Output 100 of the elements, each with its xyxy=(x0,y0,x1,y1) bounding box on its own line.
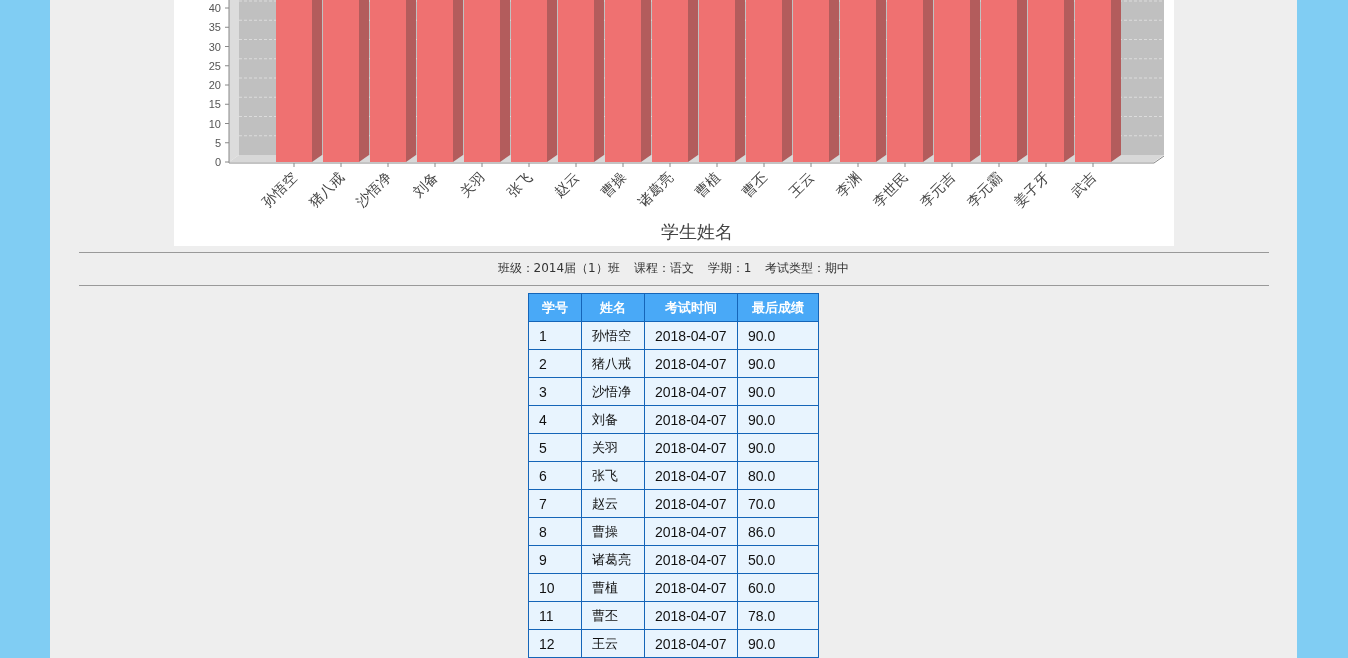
x-tick-mark xyxy=(575,162,577,168)
table-cell: 8 xyxy=(528,517,582,546)
x-tick-mark xyxy=(951,162,953,168)
y-tick-label: 35 xyxy=(208,21,221,34)
table-cell: 12 xyxy=(528,629,582,658)
table-cell: 2018-04-07 xyxy=(644,377,738,406)
table-cell: 2018-04-07 xyxy=(644,433,738,462)
x-tick-mark xyxy=(810,162,812,168)
table-cell: 2018-04-07 xyxy=(644,517,738,546)
table-cell: 猪八戒 xyxy=(581,349,645,378)
x-category-label: 李元霸 xyxy=(964,168,1006,210)
table-cell: 2018-04-07 xyxy=(644,321,738,350)
y-tick-label: 30 xyxy=(208,40,221,53)
x-category-label: 赵云 xyxy=(551,168,583,200)
y-tick-label: 5 xyxy=(214,136,221,149)
x-tick-mark xyxy=(340,162,342,168)
y-tick-label: 20 xyxy=(208,79,221,91)
table-cell: 赵云 xyxy=(581,489,645,518)
table-cell: 9 xyxy=(528,545,582,574)
y-tick-label: 0 xyxy=(214,156,221,168)
x-category-label: 王云 xyxy=(786,168,818,200)
x-tick-mark xyxy=(481,162,483,168)
info-text: 班级：2014届（1）班 xyxy=(497,260,620,277)
table-cell: 孙悟空 xyxy=(581,321,645,350)
table-cell: 曹操 xyxy=(581,517,645,546)
table-cell: 刘备 xyxy=(581,405,645,434)
table-cell: 60.0 xyxy=(737,573,819,602)
table-cell: 11 xyxy=(528,601,582,630)
x-tick-mark xyxy=(669,162,671,168)
table-cell: 诸葛亮 xyxy=(581,545,645,574)
x-tick-mark xyxy=(904,162,906,168)
table-cell: 2 xyxy=(528,349,582,378)
table-cell: 5 xyxy=(528,433,582,462)
table-cell: 80.0 xyxy=(737,461,819,490)
x-tick-mark xyxy=(528,162,530,168)
table-cell: 70.0 xyxy=(737,489,819,518)
x-tick-mark xyxy=(622,162,624,168)
info-text: 学期：1 xyxy=(707,260,752,277)
table-cell: 90.0 xyxy=(737,433,819,462)
table-cell: 78.0 xyxy=(737,601,819,630)
x-category-label: 李世民 xyxy=(870,168,912,210)
info-text: 课程：语文 xyxy=(633,260,694,277)
table-cell: 2018-04-07 xyxy=(644,573,738,602)
table-cell: 关羽 xyxy=(581,433,645,462)
x-tick-mark xyxy=(1045,162,1047,168)
x-category-label: 关羽 xyxy=(457,168,489,200)
x-tick-mark xyxy=(293,162,295,168)
table-cell: 90.0 xyxy=(737,349,819,378)
x-tick-mark xyxy=(763,162,765,168)
table-cell: 2018-04-07 xyxy=(644,461,738,490)
x-category-label: 李元吉 xyxy=(917,168,959,210)
table-cell: 3 xyxy=(528,377,582,406)
x-category-label: 诸葛亮 xyxy=(635,168,677,210)
info-text: 考试类型：期中 xyxy=(765,260,850,277)
table-cell: 曹丕 xyxy=(581,601,645,630)
table-cell: 沙悟净 xyxy=(581,377,645,406)
table-cell: 90.0 xyxy=(737,405,819,434)
x-category-label: 曹操 xyxy=(598,168,630,200)
table-cell: 2018-04-07 xyxy=(644,405,738,434)
table-cell: 4 xyxy=(528,405,582,434)
table-cell: 90.0 xyxy=(737,377,819,406)
x-category-label: 曹丕 xyxy=(739,168,771,200)
x-axis-title: 学生姓名 xyxy=(661,221,733,242)
column-header: 姓名 xyxy=(581,293,645,322)
column-header: 学号 xyxy=(528,293,582,322)
x-tick-mark xyxy=(998,162,1000,168)
x-tick-mark xyxy=(434,162,436,168)
x-category-label: 曹植 xyxy=(692,168,724,200)
table-cell: 90.0 xyxy=(737,629,819,658)
x-category-label: 孙悟空 xyxy=(259,168,301,210)
table-cell: 王云 xyxy=(581,629,645,658)
table-cell: 张飞 xyxy=(581,461,645,490)
x-category-label: 李渊 xyxy=(833,168,865,200)
table-cell: 2018-04-07 xyxy=(644,629,738,658)
x-tick-mark xyxy=(716,162,718,168)
column-header: 最后成绩 xyxy=(737,293,819,322)
table-cell: 6 xyxy=(528,461,582,490)
x-category-label: 张飞 xyxy=(504,168,536,200)
y-tick-label: 10 xyxy=(208,117,221,130)
table-cell: 2018-04-07 xyxy=(644,545,738,574)
x-tick-mark xyxy=(387,162,389,168)
table-cell: 7 xyxy=(528,489,582,518)
table-cell: 2018-04-07 xyxy=(644,601,738,630)
y-tick-label: 15 xyxy=(208,98,221,111)
x-category-label: 姜子牙 xyxy=(1011,168,1053,210)
table-cell: 10 xyxy=(528,573,582,602)
x-category-label: 猪八戒 xyxy=(306,168,348,210)
y-tick-label: 25 xyxy=(208,59,221,72)
x-category-label: 沙悟净 xyxy=(353,168,395,210)
table-cell: 2018-04-07 xyxy=(644,349,738,378)
column-header: 考试时间 xyxy=(644,293,738,322)
table-cell: 86.0 xyxy=(737,517,819,546)
x-tick-mark xyxy=(857,162,859,168)
y-tick-label: 40 xyxy=(208,2,221,14)
x-tick-mark xyxy=(1092,162,1094,168)
table-cell: 50.0 xyxy=(737,545,819,574)
table-cell: 曹植 xyxy=(581,573,645,602)
table-cell: 1 xyxy=(528,321,582,350)
table-cell: 2018-04-07 xyxy=(644,489,738,518)
table-cell: 90.0 xyxy=(737,321,819,350)
